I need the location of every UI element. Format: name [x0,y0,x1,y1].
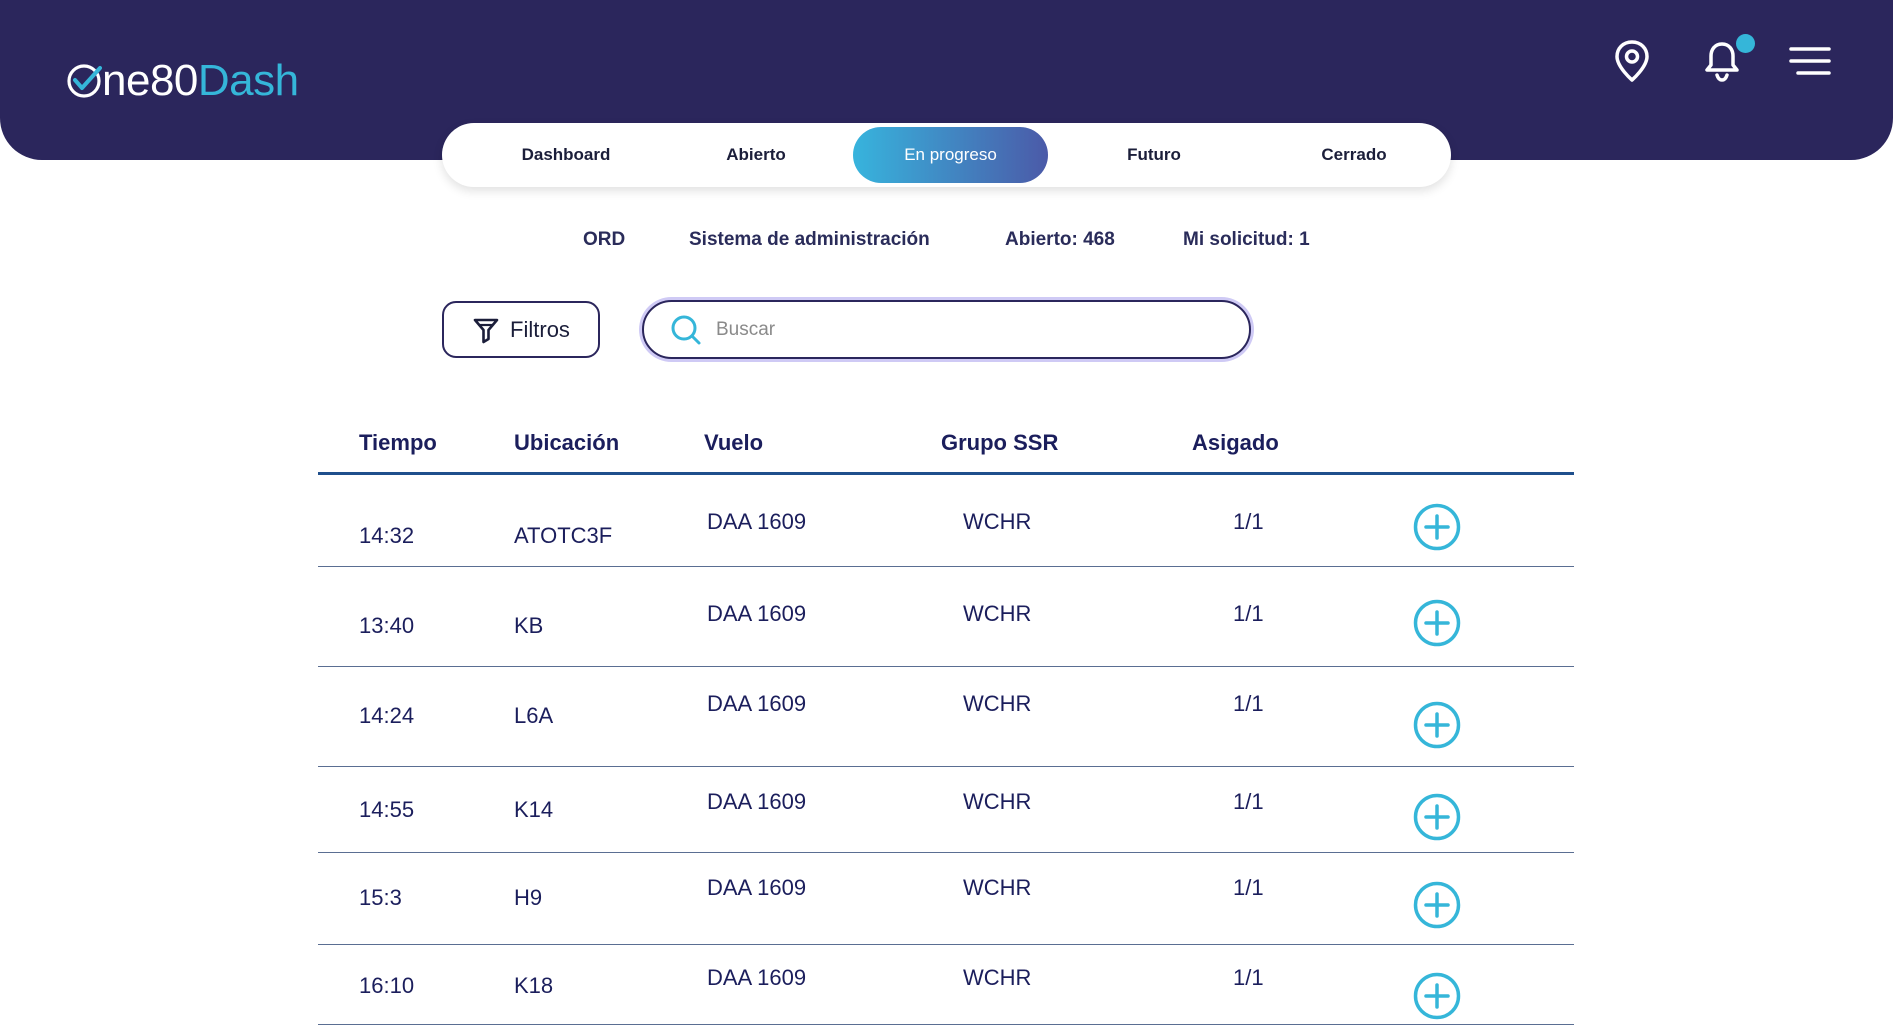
cell-assigned: 1/1 [1233,601,1264,626]
app-logo[interactable]: ne80 Dash [66,56,299,106]
column-header-tiempo[interactable]: Tiempo [359,430,437,456]
system-name: Sistema de administración [689,229,930,250]
cell-flight: DAA 1609 [707,789,807,814]
funnel-icon [473,318,499,343]
search-input[interactable] [716,318,1236,341]
station-code: ORD [583,229,626,250]
cell-flight: DAA 1609 [707,509,807,534]
cell-time: 14:32 [359,523,415,548]
logo-text-primary: ne80 [102,56,198,105]
cell-time: 13:40 [359,613,415,638]
cell-flight: DAA 1609 [707,875,807,900]
notification-badge [1736,34,1755,53]
cell-flight: DAA 1609 [707,691,807,716]
cell-location: KB [514,613,544,638]
table-row[interactable]: 16:10 K18 DAA 1609 WCHR 1/1 [318,945,1574,1025]
plus-circle-icon[interactable] [1412,502,1462,552]
cell-ssr: WCHR [963,509,1032,534]
table-row[interactable]: 15:3 H9 DAA 1609 WCHR 1/1 [318,853,1574,945]
plus-circle-icon[interactable] [1412,880,1462,930]
cell-ssr: WCHR [963,691,1032,716]
cell-ssr: WCHR [963,965,1032,990]
status-tabs: Dashboard Abierto En progreso Futuro Cer… [442,123,1451,187]
column-header-vuelo[interactable]: Vuelo [704,430,763,456]
tab-abierto[interactable]: Abierto [672,127,840,183]
tab-en-progreso[interactable]: En progreso [853,127,1048,183]
table-row[interactable]: 14:32 ATOTC3F DAA 1609 WCHR 1/1 [318,475,1574,567]
cell-assigned: 1/1 [1233,691,1264,716]
map-pin-icon[interactable] [1610,38,1654,84]
cell-assigned: 1/1 [1233,965,1264,990]
column-header-ubicacion[interactable]: Ubicación [514,430,619,456]
tab-cerrado[interactable]: Cerrado [1270,127,1438,183]
open-count: Abierto: 468 [1005,229,1115,250]
my-requests-count: Mi solicitud: 1 [1183,229,1310,250]
plus-circle-icon[interactable] [1412,792,1462,842]
filters-label: Filtros [510,316,570,342]
cell-time: 15:3 [359,885,402,910]
cell-location: ATOTC3F [514,523,613,548]
cell-flight: DAA 1609 [707,601,807,626]
cell-location: L6A [514,703,554,728]
table-row[interactable]: 14:24 L6A DAA 1609 WCHR 1/1 [318,667,1574,767]
cell-ssr: WCHR [963,875,1032,900]
column-header-asigado[interactable]: Asigado [1192,430,1279,456]
tab-futuro[interactable]: Futuro [1070,127,1238,183]
cell-assigned: 1/1 [1233,509,1264,534]
cell-location: K18 [514,973,554,998]
check-circle-logo-icon [67,64,102,98]
column-header-grupo-ssr[interactable]: Grupo SSR [941,430,1058,456]
table-row[interactable]: 13:40 KB DAA 1609 WCHR 1/1 [318,567,1574,667]
cell-time: 14:24 [359,703,415,728]
cell-time: 16:10 [359,973,415,998]
cell-assigned: 1/1 [1233,875,1264,900]
cell-assigned: 1/1 [1233,789,1264,814]
cell-ssr: WCHR [963,789,1032,814]
hamburger-menu-icon[interactable] [1788,44,1832,78]
logo-text-accent: Dash [197,56,299,105]
cell-time: 14:55 [359,797,415,822]
table-header: Tiempo Ubicación Vuelo Grupo SSR Asigado [318,420,1574,475]
cell-location: H9 [514,885,543,910]
tab-dashboard[interactable]: Dashboard [482,127,650,183]
cell-ssr: WCHR [963,601,1032,626]
search-box[interactable] [642,300,1251,359]
cell-location: K14 [514,797,554,822]
plus-circle-icon[interactable] [1412,971,1462,1021]
filters-button[interactable]: Filtros [442,301,600,358]
search-icon [671,315,701,344]
table-row[interactable]: 14:55 K14 DAA 1609 WCHR 1/1 [318,767,1574,853]
cell-flight: DAA 1609 [707,965,807,990]
plus-circle-icon[interactable] [1412,598,1462,648]
plus-circle-icon[interactable] [1412,700,1462,750]
